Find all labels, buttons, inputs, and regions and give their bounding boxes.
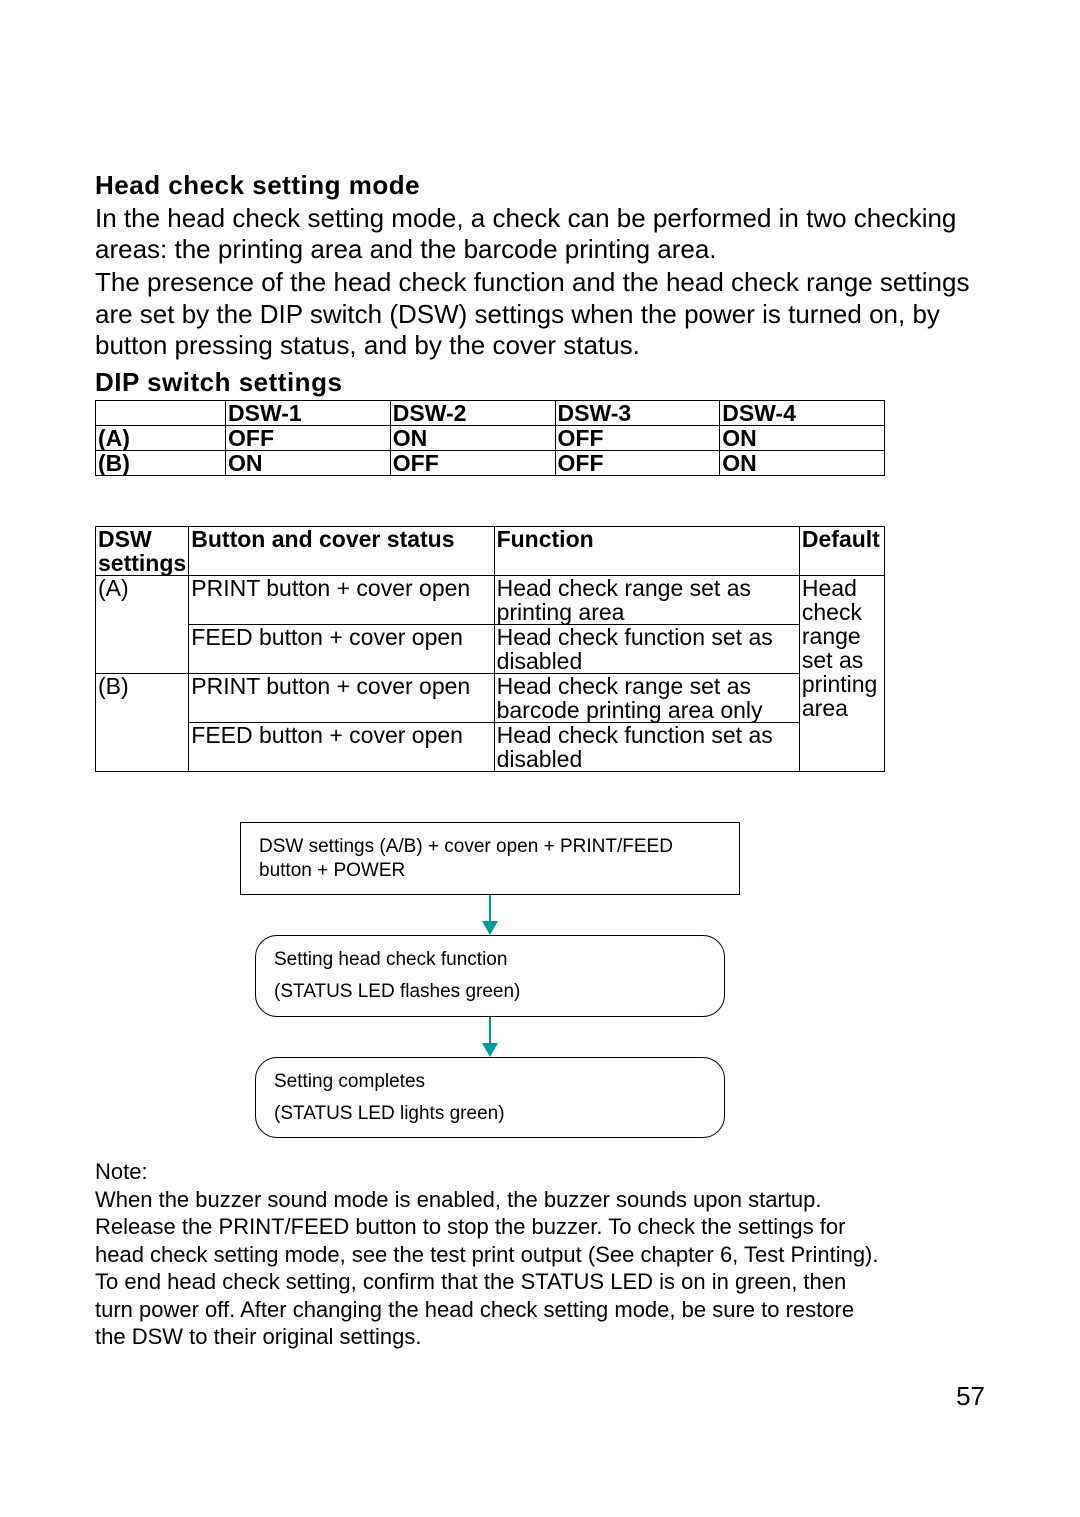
- table-cell: ON: [720, 425, 885, 450]
- table-row: DSW-1 DSW-2 DSW-3 DSW-4: [96, 400, 885, 425]
- flow-step-line: Setting head check function: [274, 948, 706, 972]
- paragraph: In the head check setting mode, a check …: [95, 203, 985, 265]
- arrow-down-icon: [480, 1017, 500, 1057]
- table-header: DSW-4: [720, 400, 885, 425]
- note-paragraph: When the buzzer sound mode is enabled, t…: [95, 1186, 885, 1269]
- table-row: FEED button + cover open Head check func…: [96, 624, 885, 673]
- table-header: DSW-3: [555, 400, 720, 425]
- table-row: DSW settings Button and cover status Fun…: [96, 526, 885, 575]
- table-cell: FEED button + cover open: [189, 722, 494, 771]
- table-cell: (B): [96, 450, 226, 475]
- table-header: Button and cover status: [189, 526, 494, 575]
- table-cell: OFF: [226, 425, 391, 450]
- flow-step-1: DSW settings (A/B) + cover open + PRINT/…: [240, 822, 740, 896]
- table-cell: ON: [720, 450, 885, 475]
- table-cell: FEED button + cover open: [189, 624, 494, 673]
- table-row: (B) ON OFF OFF ON: [96, 450, 885, 475]
- note-block: Note: When the buzzer sound mode is enab…: [95, 1158, 885, 1351]
- table-cell: ON: [226, 450, 391, 475]
- flow-step-line: Setting completes: [274, 1070, 706, 1094]
- table-row: (B) PRINT button + cover open Head check…: [96, 673, 885, 722]
- table-cell: (A): [96, 425, 226, 450]
- table-cell: OFF: [555, 425, 720, 450]
- heading-head-check: Head check setting mode: [95, 170, 985, 201]
- table-row: (A) OFF ON OFF ON: [96, 425, 885, 450]
- dip-switch-table: DSW-1 DSW-2 DSW-3 DSW-4 (A) OFF ON OFF O…: [95, 400, 885, 476]
- arrow-down-icon: [480, 895, 500, 935]
- table-cell: ON: [390, 425, 555, 450]
- paragraph: The presence of the head check function …: [95, 267, 985, 361]
- table-header: DSW-1: [226, 400, 391, 425]
- table-cell: Head check range set as printing area: [494, 575, 799, 624]
- function-table: DSW settings Button and cover status Fun…: [95, 526, 885, 772]
- table-header: [96, 400, 226, 425]
- table-cell: (B): [96, 673, 189, 771]
- table-cell: OFF: [390, 450, 555, 475]
- table-row: FEED button + cover open Head check func…: [96, 722, 885, 771]
- page: Head check setting mode In the head chec…: [0, 0, 1080, 1517]
- table-header: DSW-2: [390, 400, 555, 425]
- note-paragraph: To end head check setting, confirm that …: [95, 1268, 885, 1351]
- note-label: Note:: [95, 1158, 885, 1186]
- page-number: 57: [956, 1381, 985, 1412]
- table-cell: Head check function set as disabled: [494, 722, 799, 771]
- flow-step-line: (STATUS LED lights green): [274, 1102, 706, 1126]
- table-header: Default: [799, 526, 884, 575]
- table-row: (A) PRINT button + cover open Head check…: [96, 575, 885, 624]
- flow-step-3: Setting completes (STATUS LED lights gre…: [255, 1057, 725, 1139]
- table-cell: PRINT button + cover open: [189, 575, 494, 624]
- table-cell: Head check range set as printing area: [799, 575, 884, 771]
- flow-step-2: Setting head check function (STATUS LED …: [255, 935, 725, 1017]
- table-header: DSW settings: [96, 526, 189, 575]
- table-header: Function: [494, 526, 799, 575]
- table-cell: PRINT button + cover open: [189, 673, 494, 722]
- table-cell: (A): [96, 575, 189, 673]
- table-cell: Head check range set as barcode printing…: [494, 673, 799, 722]
- flow-diagram: DSW settings (A/B) + cover open + PRINT/…: [95, 822, 885, 1139]
- table-cell: Head check function set as disabled: [494, 624, 799, 673]
- table-cell: OFF: [555, 450, 720, 475]
- flow-step-line: (STATUS LED flashes green): [274, 980, 706, 1004]
- heading-dip-switch: DIP switch settings: [95, 367, 985, 398]
